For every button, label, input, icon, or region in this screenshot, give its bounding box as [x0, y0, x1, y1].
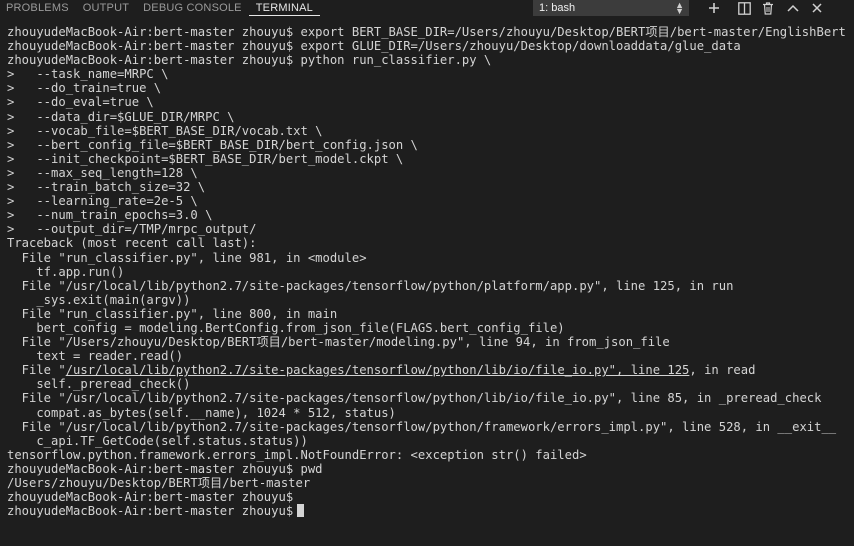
terminal-line: _sys.exit(main(argv)): [7, 292, 191, 307]
tab-terminal[interactable]: TERMINAL: [248, 0, 320, 16]
terminal-line: > --num_train_epochs=3.0 \: [7, 208, 213, 223]
terminal-prompt: zhouyudeMacBook-Air:bert-master zhouyu$: [7, 504, 294, 519]
terminal-line: File "/usr/local/lib/python2.7/site-pack…: [7, 278, 734, 293]
close-icon[interactable]: [808, 0, 826, 16]
terminal-cursor: [297, 504, 305, 518]
terminal-line: tf.app.run(): [7, 264, 125, 279]
terminal-line: File "run_classifier.py", line 981, in <…: [7, 250, 367, 265]
terminal-text: , in read: [689, 363, 756, 378]
file-link[interactable]: /usr/local/lib/python2.7/site-packages/t…: [66, 363, 690, 377]
terminal-line: zhouyudeMacBook-Air:bert-master zhouyu$: [7, 490, 294, 505]
terminal-line: File "/usr/local/lib/python2.7/site-pack…: [7, 391, 822, 406]
terminal-line: c_api.TF_GetCode(self.status.status)): [7, 433, 308, 448]
terminal-prompt-line: zhouyudeMacBook-Air:bert-master zhouyu$: [7, 504, 854, 518]
terminal-line: File "/usr/local/lib/python2.7/site-pack…: [7, 419, 837, 434]
terminal-line: > --learning_rate=2e-5 \: [7, 194, 198, 209]
terminal-line: /Users/zhouyu/Desktop/BERT项目/bert-master: [7, 476, 311, 490]
terminal-line: self._preread_check(): [7, 377, 191, 392]
trash-icon[interactable]: [759, 0, 777, 16]
terminal-line: > --data_dir=$GLUE_DIR/MRPC \: [7, 109, 235, 124]
terminal-line: File "/Users/zhouyu/Desktop/BERT项目/bert-…: [7, 335, 670, 350]
tab-problems[interactable]: PROBLEMS: [0, 0, 76, 16]
terminal-line: Traceback (most recent call last):: [7, 236, 257, 251]
terminal-line: > --output_dir=/TMP/mrpc_output/: [7, 222, 257, 237]
terminal-select[interactable]: 1: bash ▲ ▼: [533, 0, 689, 16]
terminal-line: > --do_eval=true \: [7, 95, 154, 110]
terminal-line: > --init_checkpoint=$BERT_BASE_DIR/bert_…: [7, 151, 404, 166]
terminal-line: zhouyudeMacBook-Air:bert-master zhouyu$ …: [7, 461, 323, 476]
terminal-line: zhouyudeMacBook-Air:bert-master zhouyu$ …: [7, 39, 741, 54]
plus-icon[interactable]: [705, 0, 723, 16]
terminal-line: > --vocab_file=$BERT_BASE_DIR/vocab.txt …: [7, 123, 323, 138]
terminal-line: zhouyudeMacBook-Air:bert-master zhouyu$ …: [7, 25, 846, 39]
panel-tabs: PROBLEMS OUTPUT DEBUG CONSOLE TERMINAL: [0, 0, 320, 18]
panel-header: PROBLEMS OUTPUT DEBUG CONSOLE TERMINAL: [0, 0, 854, 18]
terminal-line-link: File "/usr/local/lib/python2.7/site-pack…: [7, 363, 854, 377]
terminal-line: > --do_train=true \: [7, 81, 162, 96]
terminal-line: > --train_batch_size=32 \: [7, 180, 206, 195]
terminal-output[interactable]: zhouyudeMacBook-Air:bert-master zhouyu$ …: [0, 25, 854, 546]
terminal-text: File ": [7, 363, 66, 378]
terminal-line: > --task_name=MRPC \: [7, 67, 169, 82]
split-icon[interactable]: [735, 0, 753, 16]
chevron-up-icon[interactable]: [784, 0, 802, 16]
terminal-line: text = reader.read(): [7, 349, 184, 364]
tab-output[interactable]: OUTPUT: [76, 0, 136, 16]
terminal-line: File "run_classifier.py", line 800, in m…: [7, 306, 338, 321]
select-arrows-icon: ▲ ▼: [675, 0, 684, 16]
terminal-line: > --bert_config_file=$BERT_BASE_DIR/bert…: [7, 137, 418, 152]
terminal-line: > --max_seq_length=128 \: [7, 165, 198, 180]
tab-debug-console[interactable]: DEBUG CONSOLE: [136, 0, 249, 16]
terminal-select-value: 1: bash: [539, 2, 576, 14]
terminal-line: compat.as_bytes(self.__name), 1024 * 512…: [7, 405, 396, 420]
terminal-line: bert_config = modeling.BertConfig.from_j…: [7, 320, 565, 335]
terminal-line: tensorflow.python.framework.errors_impl.…: [7, 447, 587, 462]
terminal-line: zhouyudeMacBook-Air:bert-master zhouyu$ …: [7, 53, 492, 68]
